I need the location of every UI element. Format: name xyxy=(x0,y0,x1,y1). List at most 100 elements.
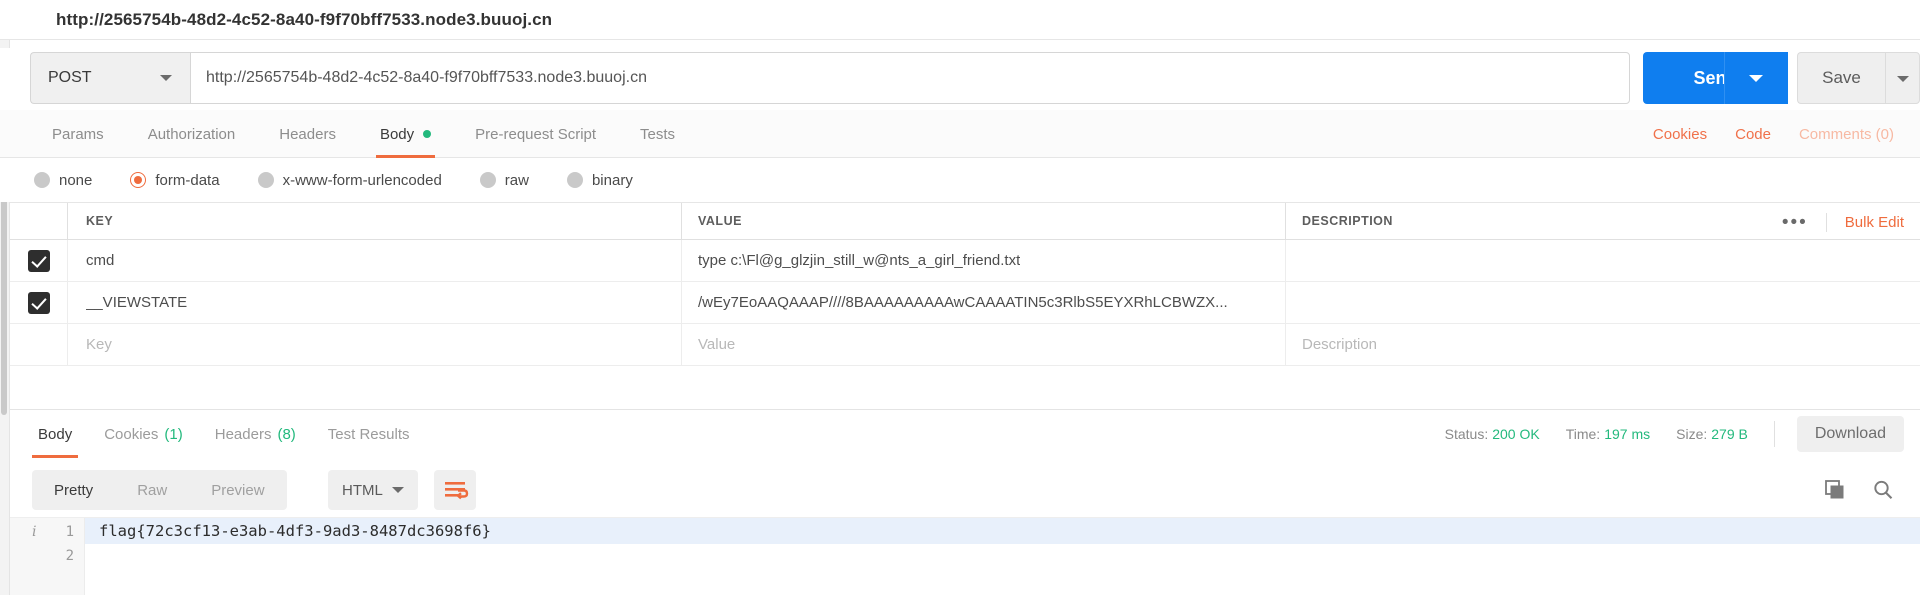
radio-label: form-data xyxy=(155,171,220,189)
radio-raw[interactable]: raw xyxy=(479,171,529,189)
radio-label: none xyxy=(59,171,93,189)
response-format-select[interactable]: HTML xyxy=(328,470,418,510)
wrap-lines-button[interactable] xyxy=(434,470,476,510)
comments-link[interactable]: Comments (0) xyxy=(1799,126,1894,143)
row-value-cell[interactable]: type c:\Fl@g_glzjin_still_w@nts_a_girl_f… xyxy=(682,240,1286,281)
response-toolbar: Pretty Raw Preview HTML xyxy=(10,465,1920,517)
row-key-cell[interactable]: Key xyxy=(68,324,682,365)
row-checkbox-cell xyxy=(10,324,68,365)
row-value-cell[interactable]: /wEy7EoAAQAAAP////8BAAAAAAAAAwCAAAATIN5c… xyxy=(682,282,1286,323)
line-number-gutter: i 1 2 xyxy=(10,518,85,595)
time-value: 197 ms xyxy=(1604,426,1651,442)
response-view-segmented-control: Pretty Raw Preview xyxy=(32,470,287,510)
tab-label: Cookies xyxy=(104,425,159,443)
view-pretty-button[interactable]: Pretty xyxy=(32,470,115,510)
tab-tests[interactable]: Tests xyxy=(618,110,697,158)
table-row[interactable]: __VIEWSTATE /wEy7EoAAQAAAP////8BAAAAAAAA… xyxy=(10,282,1920,324)
save-button[interactable]: Save xyxy=(1797,52,1885,104)
size-label: Size: xyxy=(1676,426,1708,442)
row-key-value: __VIEWSTATE xyxy=(86,294,188,311)
search-icon[interactable] xyxy=(1872,479,1894,506)
row-description-cell[interactable] xyxy=(1286,282,1920,323)
tab-label: Test Results xyxy=(327,425,410,443)
view-preview-button[interactable]: Preview xyxy=(189,470,286,510)
radio-icon xyxy=(34,172,50,188)
radio-binary[interactable]: binary xyxy=(566,171,633,189)
response-tab-cookies[interactable]: Cookies (1) xyxy=(88,410,199,458)
radio-form-data[interactable]: form-data xyxy=(130,171,220,189)
row-key-cell[interactable]: cmd xyxy=(68,240,682,281)
url-bar: POST http://2565754b-48d2-4c52-8a40-f9f7… xyxy=(0,48,1920,110)
table-row[interactable]: cmd type c:\Fl@g_glzjin_still_w@nts_a_gi… xyxy=(10,240,1920,282)
tab-label: Headers xyxy=(214,425,272,443)
request-tab-bar: Params Authorization Headers Body Pre-re… xyxy=(0,110,1920,158)
tab-headers[interactable]: Headers xyxy=(257,110,358,158)
chevron-down-icon xyxy=(1749,75,1763,82)
row-description-cell[interactable] xyxy=(1286,240,1920,281)
size-badge: Size: 279 B xyxy=(1676,426,1748,442)
column-header-label: VALUE xyxy=(698,214,742,228)
tab-label: Authorization xyxy=(147,125,236,143)
tab-authorization[interactable]: Authorization xyxy=(126,110,258,158)
radio-label: binary xyxy=(591,171,633,189)
response-tab-headers[interactable]: Headers (8) xyxy=(199,410,312,458)
chevron-down-icon xyxy=(1897,76,1909,82)
code-link[interactable]: Code xyxy=(1735,126,1771,143)
request-title-bar: http://2565754b-48d2-4c52-8a40-f9f70bff7… xyxy=(0,0,1920,40)
row-value-value: /wEy7EoAAQAAAP////8BAAAAAAAAAwCAAAATIN5c… xyxy=(698,294,1228,311)
body-type-radio-group: none form-data x-www-form-urlencoded raw… xyxy=(0,158,1920,202)
bulk-edit-button[interactable]: Bulk Edit xyxy=(1845,214,1904,231)
row-checkbox[interactable] xyxy=(27,291,50,314)
tab-params[interactable]: Params xyxy=(30,110,126,158)
radio-icon xyxy=(479,172,496,188)
segment-label: Pretty xyxy=(54,481,94,499)
save-options-button[interactable] xyxy=(1885,52,1920,104)
url-input[interactable]: http://2565754b-48d2-4c52-8a40-f9f70bff7… xyxy=(190,52,1630,104)
header-cell-value: VALUE xyxy=(682,203,1286,239)
tab-body[interactable]: Body xyxy=(358,110,453,158)
tab-label: Params xyxy=(52,125,104,143)
value-placeholder: Value xyxy=(698,336,736,353)
status-value: 200 OK xyxy=(1492,426,1540,442)
row-description-cell[interactable]: Description xyxy=(1286,324,1920,365)
radio-label: raw xyxy=(504,171,529,189)
postman-window: http://2565754b-48d2-4c52-8a40-f9f70bff7… xyxy=(0,0,1920,595)
send-options-button[interactable] xyxy=(1724,52,1788,104)
chevron-down-icon xyxy=(392,487,404,493)
radio-label: x-www-form-urlencoded xyxy=(282,171,442,189)
row-value-cell[interactable]: Value xyxy=(682,324,1286,365)
status-label: Status: xyxy=(1444,426,1489,442)
response-tab-body[interactable]: Body xyxy=(22,410,88,458)
cookies-link[interactable]: Cookies xyxy=(1653,126,1707,143)
tab-pre-request-script[interactable]: Pre-request Script xyxy=(453,110,618,158)
row-key-cell[interactable]: __VIEWSTATE xyxy=(68,282,682,323)
code-line-1[interactable]: flag{72c3cf13-e3ab-4df3-9ad3-8487dc3698f… xyxy=(85,518,1920,544)
table-header-row: KEY VALUE DESCRIPTION ••• Bulk Edit xyxy=(10,202,1920,240)
radio-none[interactable]: none xyxy=(34,172,92,189)
http-method-select[interactable]: POST xyxy=(30,52,190,104)
response-tab-test-results[interactable]: Test Results xyxy=(312,410,426,458)
description-placeholder: Description xyxy=(1302,336,1378,353)
row-checkbox-cell xyxy=(10,240,68,281)
row-checkbox[interactable] xyxy=(27,249,50,272)
radio-icon xyxy=(257,172,274,188)
tab-label: Body xyxy=(38,425,73,443)
tab-label: Body xyxy=(379,125,415,143)
copy-icon[interactable] xyxy=(1824,479,1846,506)
radio-x-www-form-urlencoded[interactable]: x-www-form-urlencoded xyxy=(257,171,442,189)
size-value: 279 B xyxy=(1711,426,1748,442)
response-tab-bar: Body Cookies (1) Headers (8) Test Result… xyxy=(10,409,1920,458)
tab-label: Tests xyxy=(640,125,676,143)
wrap-lines-icon xyxy=(445,482,469,500)
url-input-value: http://2565754b-48d2-4c52-8a40-f9f70bff7… xyxy=(206,69,647,86)
view-raw-button[interactable]: Raw xyxy=(115,470,189,510)
line-number: 1 xyxy=(65,524,74,540)
table-row-empty[interactable]: Key Value Description xyxy=(10,324,1920,366)
status-badge: Status: 200 OK xyxy=(1445,426,1540,442)
header-cell-checkbox xyxy=(10,203,68,239)
info-icon: i xyxy=(32,524,37,540)
table-more-options-icon[interactable]: ••• xyxy=(1782,212,1827,232)
download-button[interactable]: Download xyxy=(1796,416,1904,452)
row-checkbox-cell xyxy=(10,282,68,323)
form-data-table: KEY VALUE DESCRIPTION ••• Bulk Edit cmd xyxy=(10,202,1920,366)
